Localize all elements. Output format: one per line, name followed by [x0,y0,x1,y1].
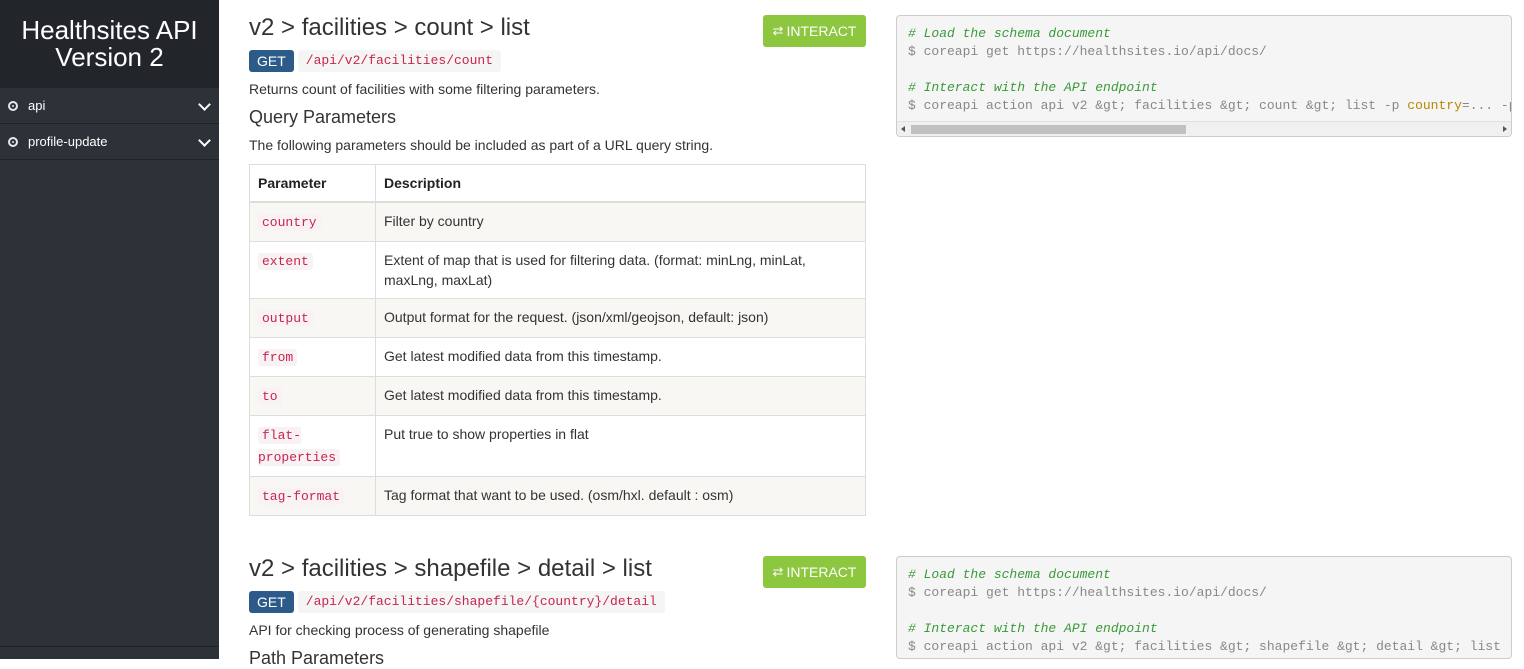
code-line: $ coreapi action api v2 &gt; facilities … [908,639,1512,654]
table-row: output Output format for the request. (j… [249,298,866,338]
table-header-row: Parameter Description [249,164,866,203]
param-name: to [258,388,282,405]
endpoint-description: Returns count of facilities with some fi… [249,81,600,97]
table-row: country Filter by country [249,201,866,242]
code-comment: # Load the schema document [908,567,1111,582]
param-description: Put true to show properties in flat [375,415,866,477]
table-row: extent Extent of map that is used for fi… [249,241,866,299]
param-name-cell: to [249,376,376,416]
param-name: tag-format [258,488,345,505]
endpoint-description: API for checking process of generating s… [249,622,550,638]
endpoint-section-count-list: v2 > facilities > count > list ⇄ INTERAC… [249,14,866,516]
code-line: $ coreapi get https://healthsites.io/api… [908,44,1267,59]
code-line-start: $ coreapi action api v2 &gt; facilities … [908,98,1408,113]
table-row: tag-format Tag format that want to be us… [249,476,866,516]
sidebar-title-line1: Healthsites API [21,15,198,45]
method-badge: GET [249,50,294,72]
param-name: flat-properties [258,427,341,466]
code-param-highlight: country [1407,98,1462,113]
code-example-box: # Load the schema document $ coreapi get… [896,556,1512,659]
scroll-left-icon[interactable] [901,126,905,132]
table-row: to Get latest modified data from this ti… [249,376,866,416]
code-line-end: =... -p [1461,98,1512,113]
query-parameters-text: The following parameters should be inclu… [249,137,714,153]
param-description: Output format for the request. (json/xml… [375,298,866,338]
interact-label: INTERACT [786,564,857,580]
sidebar-title: Healthsites API Version 2 [0,0,219,88]
endpoint-line: GET /api/v2/facilities/shapefile/{countr… [249,591,866,613]
exchange-arrows-icon: ⇄ [772,23,784,38]
chevron-down-icon [198,98,211,111]
code-line: $ coreapi get https://healthsites.io/api… [908,585,1267,600]
param-name-cell: extent [249,241,376,299]
scrollbar-thumb[interactable] [911,125,1186,134]
target-icon [8,100,18,111]
code-comment: # Load the schema document [908,26,1111,41]
sidebar-divider [0,646,219,647]
sidebar-item-label: api [28,98,46,113]
endpoint-path: /api/v2/facilities/count [297,50,502,72]
chevron-down-icon [198,134,211,147]
scroll-right-icon[interactable] [1503,126,1507,132]
table-row: from Get latest modified data from this … [249,337,866,377]
param-description: Extent of map that is used for filtering… [375,241,866,299]
parameters-table: Parameter Description country Filter by … [249,164,866,516]
param-name-cell: country [249,201,376,242]
param-name-cell: output [249,298,376,338]
target-icon [8,136,18,147]
endpoint-path: /api/v2/facilities/shapefile/{country}/d… [297,591,665,613]
code-comment: # Interact with the API endpoint [908,80,1158,95]
param-name: output [258,310,313,327]
param-description: Get latest modified data from this times… [375,337,866,377]
interact-label: INTERACT [786,23,857,39]
horizontal-scrollbar[interactable] [897,121,1511,136]
sidebar-title-line2: Version 2 [55,42,164,72]
code-comment: # Interact with the API endpoint [908,621,1158,636]
param-description: Tag format that want to be used. (osm/hx… [375,476,866,516]
interact-button[interactable]: ⇄ INTERACT [763,556,866,588]
param-name: from [258,349,298,366]
code-example-box: # Load the schema document $ coreapi get… [896,15,1512,137]
table-row: flat-properties Put true to show propert… [249,415,866,477]
param-description: Filter by country [375,201,866,242]
param-name: country [258,214,321,231]
endpoint-section-shapefile-detail-list: v2 > facilities > shapefile > detail > l… [249,555,866,669]
param-description: Get latest modified data from this times… [375,376,866,416]
method-badge: GET [249,591,294,613]
param-name-cell: from [249,337,376,377]
param-name: extent [258,253,313,270]
code-line: $ coreapi action api v2 &gt; facilities … [908,98,1512,113]
param-name-cell: tag-format [249,476,376,516]
column-header-parameter: Parameter [249,164,376,203]
exchange-arrows-icon: ⇄ [772,564,784,579]
sidebar-item-profile-update[interactable]: profile-update [0,124,219,160]
column-header-description: Description [375,164,866,203]
endpoint-line: GET /api/v2/facilities/count [249,50,866,72]
sidebar: Healthsites API Version 2 api profile-up… [0,0,219,659]
interact-button[interactable]: ⇄ INTERACT [763,15,866,47]
sidebar-item-label: profile-update [28,134,108,149]
sidebar-item-api[interactable]: api [0,88,219,124]
query-parameters-heading: Query Parameters [249,107,397,127]
param-name-cell: flat-properties [249,415,376,477]
